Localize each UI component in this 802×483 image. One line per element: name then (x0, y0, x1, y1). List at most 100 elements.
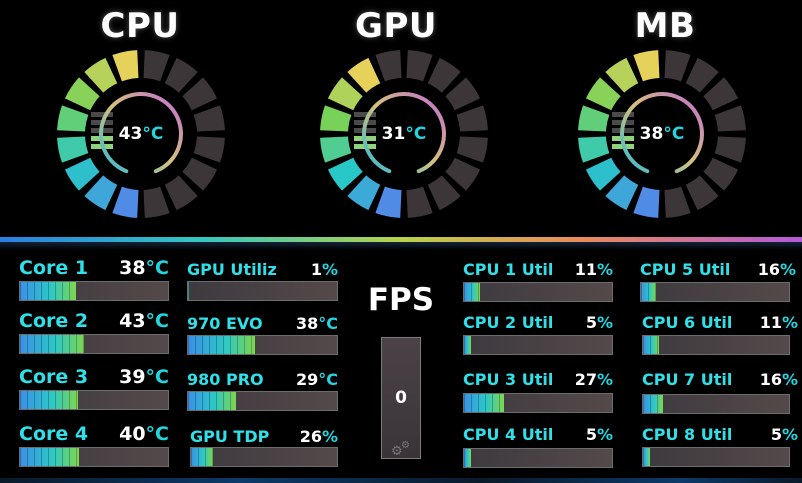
gpu-utilization-value: 1% (310, 260, 338, 279)
gpu-temp-unit: °C (405, 124, 427, 144)
cpu-3-util-label: CPU 3 Util (463, 370, 554, 389)
core-2-value: 43°C (119, 310, 169, 332)
gpu-utilization-bar-fill (188, 282, 190, 300)
gauge-segment (406, 186, 433, 218)
core-2-stat: Core 2 43°C (19, 310, 169, 360)
cpu-6-util-value: 11% (759, 313, 798, 332)
cpu-8-util-stat: CPU 8 Util 5% (642, 425, 798, 475)
fps-meter: 0 ⚙ ⚙ (381, 337, 421, 459)
cpu-temperature-gauge: 43°C (53, 46, 229, 222)
gauge-segment-active (633, 50, 660, 82)
core-2-bar (19, 334, 169, 354)
mb-temp-value: 38 (639, 124, 664, 144)
980-pro-bar (187, 391, 338, 411)
cpu-6-util-bar (642, 335, 790, 355)
cpu-1-util-label: CPU 1 Util (463, 260, 554, 279)
cpu-5-util-stat: CPU 5 Util 16% (640, 260, 796, 310)
980-pro-value: 29°C (295, 370, 338, 389)
cpu-4-util-stat: CPU 4 Util 5% (463, 425, 613, 475)
gpu-temp-value: 31 (381, 124, 406, 144)
gauge-segment-active (633, 186, 660, 218)
gauge-segment-active (112, 50, 139, 82)
cpu-4-util-label: CPU 4 Util (463, 425, 554, 444)
fps-title: FPS (367, 282, 435, 318)
core-1-bar-fill (20, 282, 77, 300)
980-pro-label: 980 PRO (187, 370, 264, 389)
core-3-label: Core 3 (19, 366, 89, 388)
gauge-segment (664, 50, 691, 82)
core-3-bar (19, 390, 169, 410)
cpu-2-util-bar (463, 335, 613, 355)
gpu-tdp-bar-fill (191, 448, 213, 466)
cpu-8-util-bar-fill (643, 448, 651, 466)
core-1-bar (19, 281, 169, 301)
980-pro-stat: 980 PRO 29°C (187, 370, 338, 420)
inner-level-bar (612, 112, 634, 117)
cpu-8-util-label: CPU 8 Util (642, 425, 733, 444)
core-1-value: 38°C (119, 257, 169, 279)
bottom-accent-strip (0, 478, 802, 483)
cpu-gauge-title: CPU (100, 6, 180, 46)
core-4-stat: Core 4 40°C (19, 423, 169, 473)
gpu-tdp-label: GPU TDP (190, 427, 270, 446)
gpu-utilization-stat: GPU Utiliz 1% (187, 260, 338, 310)
cpu-6-util-bar-fill (643, 336, 660, 354)
gpu-tdp-stat: GPU TDP 26% (190, 427, 338, 477)
cpu-1-util-bar-fill (464, 283, 481, 301)
divider-glow (0, 242, 802, 250)
cpu-8-util-bar (642, 447, 790, 467)
970-evo-stat: 970 EVO 38°C (187, 314, 338, 364)
cpu-5-util-bar-fill (641, 283, 656, 301)
gauge-segment (143, 50, 170, 82)
970-evo-bar-fill (188, 336, 256, 354)
inner-level-bar (91, 112, 113, 117)
gpu-tdp-value: 26% (299, 427, 338, 446)
mb-temp-unit: °C (663, 124, 685, 144)
core-1-stat: Core 1 38°C (19, 257, 169, 307)
gauge-segment-active (375, 186, 402, 218)
970-evo-label: 970 EVO (187, 314, 263, 333)
cpu-1-util-value: 11% (574, 260, 613, 279)
cpu-5-util-value: 16% (757, 260, 796, 279)
core-2-label: Core 2 (19, 310, 89, 332)
cpu-2-util-value: 5% (585, 313, 613, 332)
mb-temperature-gauge: 38°C (574, 46, 750, 222)
cpu-1-util-stat: CPU 1 Util 11% (463, 260, 613, 310)
core-2-bar-fill (20, 335, 84, 353)
core-3-value: 39°C (119, 366, 169, 388)
gpu-utilization-label: GPU Utiliz (187, 260, 277, 279)
gpu-utilization-bar (187, 281, 338, 301)
core-3-stat: Core 3 39°C (19, 366, 169, 416)
gauge-segment (375, 50, 402, 82)
core-4-bar (19, 447, 169, 467)
cpu-2-util-label: CPU 2 Util (463, 313, 554, 332)
small-gear-icon: ⚙ (401, 440, 410, 451)
cpu-8-util-value: 5% (770, 425, 798, 444)
cpu-7-util-value: 16% (759, 370, 798, 389)
cpu-temp-value: 43 (118, 124, 143, 144)
gpu-temperature-gauge: 31°C (316, 46, 492, 222)
core-4-value: 40°C (119, 423, 169, 445)
cpu-3-util-stat: CPU 3 Util 27% (463, 370, 613, 420)
mb-gauge-title: MB (634, 6, 696, 46)
970-evo-value: 38°C (295, 314, 338, 333)
core-4-label: Core 4 (19, 423, 89, 445)
cpu-3-util-bar (463, 393, 613, 413)
core-3-bar-fill (20, 391, 78, 409)
cpu-temp-readout: 43°C (53, 124, 229, 144)
cpu-2-util-bar-fill (464, 336, 472, 354)
cpu-6-util-stat: CPU 6 Util 11% (642, 313, 798, 363)
cpu-temp-unit: °C (142, 124, 164, 144)
cpu-7-util-stat: CPU 7 Util 16% (642, 370, 798, 420)
cpu-5-util-label: CPU 5 Util (640, 260, 731, 279)
mb-temp-readout: 38°C (574, 124, 750, 144)
core-1-label: Core 1 (19, 257, 89, 279)
cpu-2-util-stat: CPU 2 Util 5% (463, 313, 613, 363)
cpu-4-util-bar-fill (464, 449, 472, 467)
cpu-4-util-bar (463, 448, 613, 468)
cpu-7-util-bar-fill (643, 395, 664, 413)
gauge-segment (406, 50, 433, 82)
cpu-4-util-value: 5% (585, 425, 613, 444)
cpu-3-util-value: 27% (574, 370, 613, 389)
gpu-gauge-title: GPU (355, 6, 437, 46)
